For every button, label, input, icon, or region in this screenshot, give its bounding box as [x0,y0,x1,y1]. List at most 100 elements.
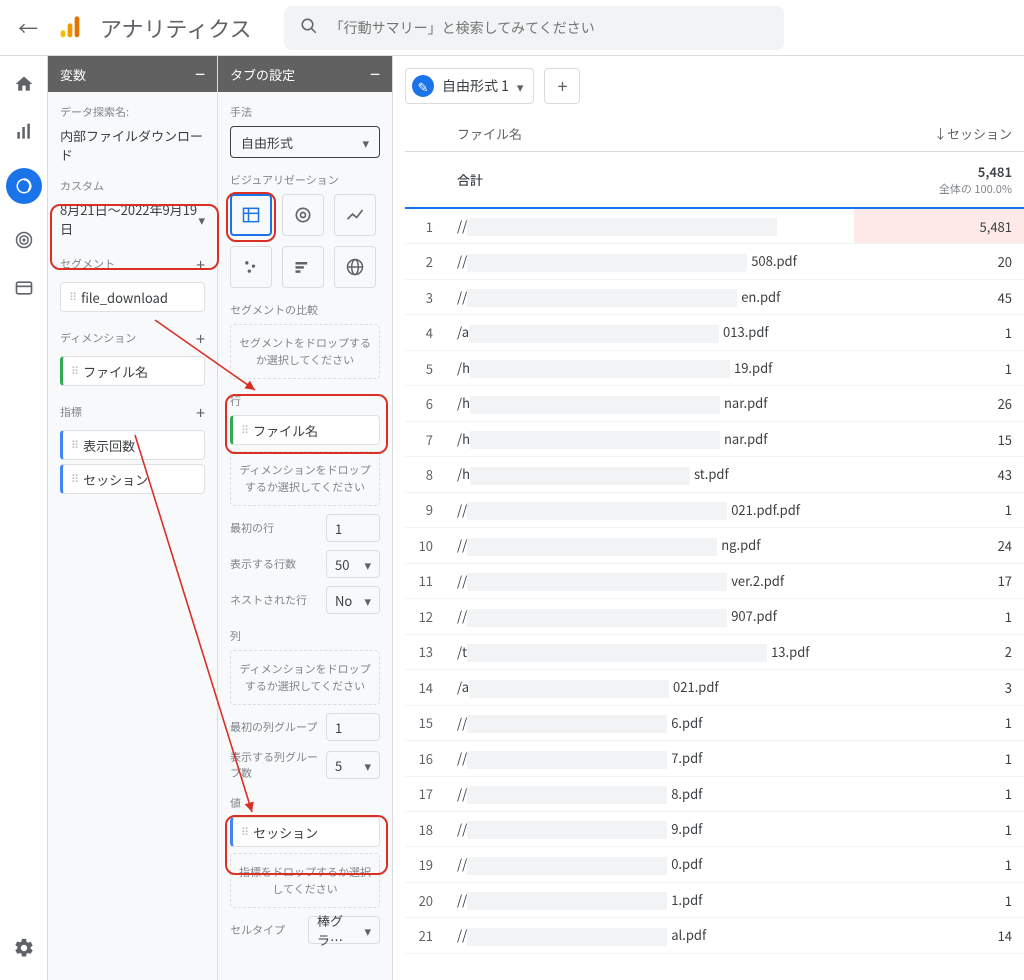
technique-select[interactable]: 自由形式▾ [230,126,380,158]
table-row[interactable]: 13 /t13.pdf 2 [405,634,1024,669]
rows-dropzone[interactable]: ディメンションをドロップするか選択してください [230,451,380,506]
table-row[interactable]: 2 //508.pdf 20 [405,244,1024,279]
col-filename[interactable]: ファイル名 [445,116,854,152]
dimension-chip[interactable]: ⠿ファイル名 [60,356,205,386]
nav-target-icon[interactable] [12,228,36,252]
chevron-down-icon[interactable]: ▾ [517,77,524,96]
table-row[interactable]: 21 //al.pdf 14 [405,918,1024,953]
add-metric-button[interactable]: + [196,400,205,424]
row-filename: /a021.pdf [445,670,854,705]
search-box[interactable] [284,6,784,50]
nested-rows-select[interactable]: No▾ [326,586,380,614]
canvas: ✎ 自由形式 1 ▾ + ファイル名 ↓セッション 合計 [393,56,1024,980]
drag-handle-icon: ⠿ [241,824,247,840]
segment-chip-label: file_download [81,288,168,307]
table-row[interactable]: 7 /hnar.pdf 15 [405,421,1024,456]
row-filename: //0.pdf [445,847,854,882]
values-dropzone[interactable]: 指標をドロップするか選択してください [230,853,380,908]
table-row[interactable]: 6 /hnar.pdf 26 [405,386,1024,421]
segment-compare-dropzone[interactable]: セグメントをドロップするか選択してください [230,324,380,379]
table-row[interactable]: 11 //ver.2.pdf 17 [405,563,1024,598]
viz-scatter-button[interactable] [230,246,272,288]
col-index [405,116,445,152]
rows-chip[interactable]: ⠿ファイル名 [230,415,380,445]
nav-explore-icon[interactable] [6,168,42,204]
viz-geo-button[interactable] [334,246,376,288]
add-dimension-button[interactable]: + [196,326,205,350]
row-value: 1 [854,741,1024,776]
table-row[interactable]: 1 // 5,481 [405,208,1024,244]
dimension-chip-label: ファイル名 [83,362,148,381]
drag-handle-icon: ⠿ [241,422,247,438]
columns-label: 列 [230,628,380,644]
variables-panel-header: 変数 − [48,56,217,92]
chevron-down-icon: ▾ [198,210,205,229]
search-icon [300,15,318,41]
settings-icon[interactable] [12,936,36,960]
table-row[interactable]: 12 //907.pdf 1 [405,599,1024,634]
row-index: 15 [405,705,445,740]
nav-library-icon[interactable] [12,276,36,300]
celltype-select[interactable]: 棒グラ…▾ [308,916,380,944]
viz-table-button[interactable] [230,194,272,236]
values-chip[interactable]: ⠿セッション [230,817,380,847]
row-filename: //907.pdf [445,599,854,634]
viz-donut-button[interactable] [282,194,324,236]
table-row[interactable]: 8 /hst.pdf 43 [405,457,1024,492]
columns-dropzone[interactable]: ディメンションをドロップするか選択してください [230,650,380,705]
row-filename: //508.pdf [445,244,854,279]
table-row[interactable]: 5 /h19.pdf 1 [405,350,1024,385]
metric-chip-views[interactable]: ⠿表示回数 [60,430,205,460]
table-row[interactable]: 15 //6.pdf 1 [405,705,1024,740]
viz-bar-button[interactable] [282,246,324,288]
table-row[interactable]: 3 //en.pdf 45 [405,279,1024,314]
segment-chip[interactable]: ⠿ file_download [60,282,205,312]
exploration-name-value[interactable]: 内部ファイルダウンロード [60,126,205,164]
minimize-icon[interactable]: − [195,61,205,87]
technique-value: 自由形式 [241,133,293,152]
search-input[interactable] [330,20,768,36]
nav-home-icon[interactable] [12,72,36,96]
row-value: 1 [854,847,1024,882]
exploration-name-label: データ探索名: [60,104,205,120]
table-row[interactable]: 9 //021.pdf.pdf 1 [405,492,1024,527]
table-row[interactable]: 10 //ng.pdf 24 [405,528,1024,563]
row-value: 1 [854,599,1024,634]
metric-chip-sessions[interactable]: ⠿セッション [60,464,205,494]
table-row[interactable]: 20 //1.pdf 1 [405,882,1024,917]
add-tab-button[interactable]: + [544,68,580,104]
row-filename: //ng.pdf [445,528,854,563]
tab-settings-title: タブの設定 [230,65,295,84]
row-filename: //8.pdf [445,776,854,811]
nav-reports-icon[interactable] [12,120,36,144]
table-row[interactable]: 18 //9.pdf 1 [405,811,1024,846]
values-label: 値 [230,795,380,811]
show-col-groups-select[interactable]: 5▾ [326,751,380,779]
viz-line-button[interactable] [334,194,376,236]
first-col-group-input[interactable]: 1 [326,713,380,741]
back-arrow-icon[interactable]: ← [16,16,40,40]
tab-freeform[interactable]: ✎ 自由形式 1 ▾ [405,68,534,104]
add-segment-button[interactable]: + [196,252,205,276]
date-range-picker[interactable]: 8月21日～2022年9月19日 ▾ [60,200,205,238]
row-filename: //7.pdf [445,741,854,776]
first-row-input[interactable]: 1 [326,514,380,542]
row-index: 11 [405,563,445,598]
table-row[interactable]: 16 //7.pdf 1 [405,741,1024,776]
results-table: ファイル名 ↓セッション 合計 5,481 全体の 100.0% 1 // 5,… [405,116,1024,954]
variables-title: 変数 [60,65,86,84]
table-row[interactable]: 19 //0.pdf 1 [405,847,1024,882]
row-index: 12 [405,599,445,634]
table-row[interactable]: 14 /a021.pdf 3 [405,670,1024,705]
tab-settings-header: タブの設定 − [218,56,392,92]
technique-label: 手法 [230,104,380,120]
row-index: 7 [405,421,445,456]
table-row[interactable]: 17 //8.pdf 1 [405,776,1024,811]
minimize-icon[interactable]: − [370,61,380,87]
col-sessions[interactable]: ↓セッション [854,116,1024,152]
drag-handle-icon: ⠿ [69,289,75,305]
date-range-value: 8月21日～2022年9月19日 [60,200,198,238]
show-rows-select[interactable]: 50▾ [326,550,380,578]
row-index: 20 [405,882,445,917]
table-row[interactable]: 4 /a013.pdf 1 [405,315,1024,350]
